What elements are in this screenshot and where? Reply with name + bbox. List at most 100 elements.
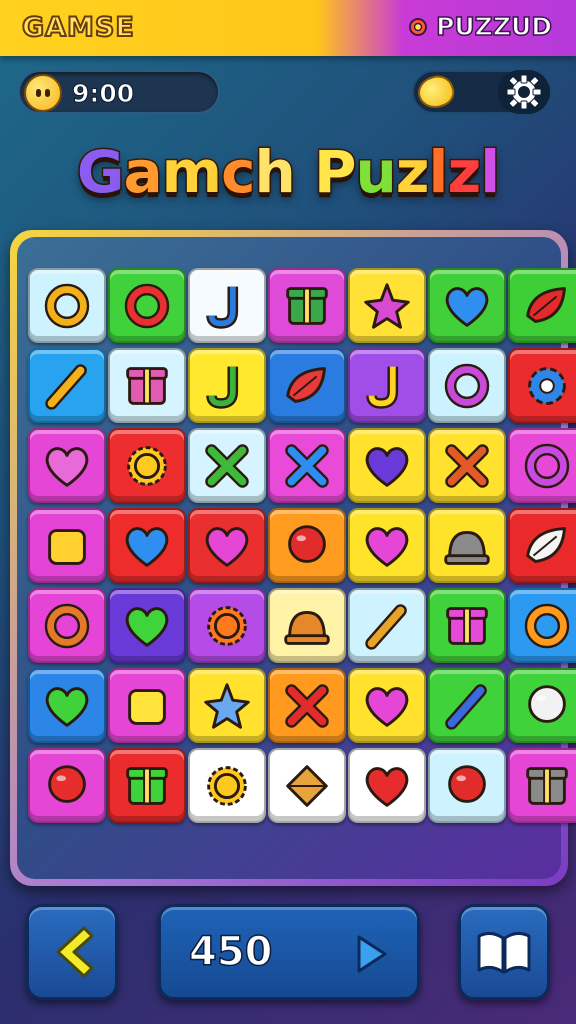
puzzle-tile[interactable] (348, 508, 426, 583)
coin-display (412, 70, 552, 114)
shoe-icon (286, 366, 326, 403)
puzzle-piece-icon (204, 682, 250, 729)
puzzle-tile[interactable] (108, 588, 186, 663)
puzzle-tile[interactable] (428, 268, 506, 343)
puzzle-tile[interactable] (428, 668, 506, 743)
puzzle-tile[interactable] (188, 268, 266, 343)
envelope-icon (286, 764, 328, 807)
title-letter (295, 138, 314, 206)
heart-icon (125, 526, 169, 567)
title-letter: l (427, 137, 450, 208)
puzzle-tile[interactable] (188, 508, 266, 583)
hammer-icon (445, 683, 487, 730)
strawberry-icon (48, 764, 86, 803)
puzzle-tile[interactable] (268, 428, 346, 503)
title-letter: z (394, 137, 431, 208)
puzzle-tile[interactable] (108, 668, 186, 743)
flower-icon (364, 282, 410, 329)
puzzle-tile[interactable] (108, 508, 186, 583)
puzzle-tile[interactable] (508, 348, 576, 423)
puzzle-tile[interactable] (428, 348, 506, 423)
puzzle-tile[interactable] (428, 748, 506, 823)
puzzle-tile[interactable] (188, 748, 266, 823)
crossed-tools-icon (445, 443, 489, 488)
book-button[interactable] (458, 904, 550, 1000)
puzzle-tile[interactable] (508, 508, 576, 583)
puzzle-tile[interactable] (108, 428, 186, 503)
puzzle-tile[interactable] (268, 508, 346, 583)
puzzle-tile[interactable] (508, 588, 576, 663)
puzzle-tile[interactable] (428, 428, 506, 503)
puzzle-tile[interactable] (508, 428, 576, 503)
brand-right-label: PUZZUD (435, 11, 552, 42)
heart-icon (45, 686, 89, 727)
crossed-swords-icon (285, 443, 329, 488)
settings-gear-icon (506, 74, 542, 110)
cross-icon (205, 443, 249, 488)
puzzle-tile[interactable] (348, 268, 426, 343)
heart-icon (205, 526, 249, 567)
puzzle-tile[interactable] (28, 668, 106, 743)
title-letter: u (354, 137, 398, 208)
gear-icon (528, 366, 566, 405)
puzzle-tile[interactable] (428, 508, 506, 583)
puzzle-tile[interactable] (508, 268, 576, 343)
heart-icon (365, 686, 409, 727)
puzzle-tile[interactable] (348, 748, 426, 823)
check-hook-icon (206, 366, 239, 409)
puzzle-tile[interactable] (28, 428, 106, 503)
puzzle-tile[interactable] (188, 348, 266, 423)
puzzle-tile[interactable] (508, 748, 576, 823)
puzzle-tile[interactable] (268, 748, 346, 823)
puzzle-tile[interactable] (268, 348, 346, 423)
puzzle-tile[interactable] (28, 588, 106, 663)
puzzle-tile[interactable] (188, 588, 266, 663)
puzzle-tile[interactable] (268, 668, 346, 743)
puzzle-board (10, 230, 576, 886)
puzzle-tile[interactable] (428, 588, 506, 663)
sun-icon (207, 605, 247, 646)
camera-box-icon (126, 766, 168, 805)
puzzle-tile[interactable] (348, 348, 426, 423)
number-six-icon (444, 363, 490, 408)
play-arrow-icon[interactable] (351, 933, 391, 975)
pencil-icon (45, 363, 87, 410)
puzzle-tile[interactable] (28, 268, 106, 343)
puzzle-tile[interactable] (508, 668, 576, 743)
heart-icon (445, 286, 489, 327)
medal-icon (207, 765, 247, 806)
settings-button[interactable] (498, 70, 550, 114)
puzzle-tile[interactable] (188, 668, 266, 743)
gift-box-icon (286, 286, 328, 325)
puzzle-tile[interactable] (188, 428, 266, 503)
brush-icon (365, 603, 407, 650)
score-value: 450 (188, 928, 273, 976)
puzzle-tile[interactable] (28, 348, 106, 423)
puzzle-tile[interactable] (348, 588, 426, 663)
puzzle-tile[interactable] (108, 748, 186, 823)
brand-left-label: GAMSE (21, 11, 135, 44)
puzzle-tile[interactable] (348, 428, 426, 503)
top-banner: GAMSE PUZZUD (0, 0, 576, 56)
heart-icon (365, 526, 409, 567)
smiley-face-icon (24, 74, 62, 112)
speech-bubble-icon (44, 283, 90, 328)
puzzle-tile[interactable] (108, 268, 186, 343)
puzzle-tile[interactable] (108, 348, 186, 423)
puzzle-tile[interactable] (348, 668, 426, 743)
basket-icon (284, 610, 330, 645)
leaf-icon (526, 286, 566, 323)
score-panel: 450 (158, 904, 420, 1000)
heart-outline-icon (45, 446, 89, 487)
paper-tag-icon (48, 528, 86, 565)
title-letter: m (160, 137, 223, 208)
puzzle-tile[interactable] (28, 748, 106, 823)
puzzle-tile[interactable] (268, 268, 346, 343)
title-letter: P (312, 137, 357, 208)
open-book-icon (477, 931, 531, 974)
chevron-left-icon (56, 926, 94, 978)
puzzle-tile[interactable] (28, 508, 106, 583)
back-button[interactable] (26, 904, 118, 1000)
puzzle-tile[interactable] (268, 588, 346, 663)
title-letter: G (75, 137, 126, 208)
